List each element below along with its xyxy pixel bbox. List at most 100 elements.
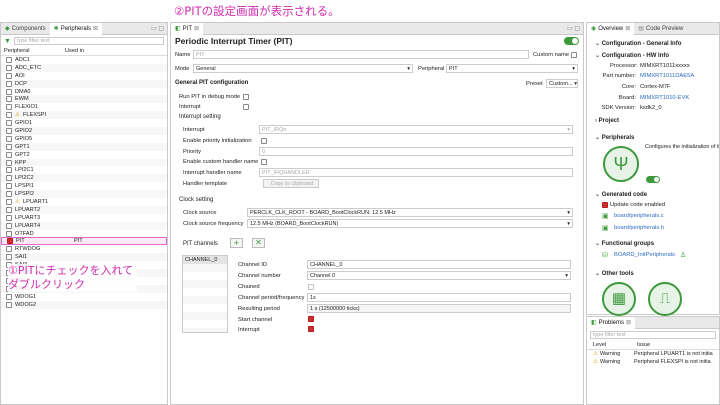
peripheral-checkbox[interactable] <box>6 175 12 182</box>
channel-id-field[interactable]: CHANNEL_0 <box>307 260 571 269</box>
peripheral-row[interactable]: ⚠ FLEXSPI <box>1 111 167 120</box>
file-c-link[interactable]: board/peripherals.c <box>614 213 664 219</box>
close-icon[interactable]: ⊠ <box>626 319 631 326</box>
peripheral-checkbox[interactable] <box>6 72 12 79</box>
tab-pit[interactable]: ◧ PIT ⊠ <box>171 22 204 35</box>
enable-priority-checkbox[interactable] <box>261 138 267 144</box>
peripheral-checkbox[interactable] <box>6 246 12 253</box>
tab-peripherals[interactable]: ✱ Peripherals ⊠ <box>49 22 103 35</box>
peripheral-row[interactable]: DMA0 <box>1 88 167 96</box>
remove-channel-button[interactable]: ✕ <box>252 238 265 248</box>
peripheral-row[interactable]: LPI2C2 <box>1 174 167 183</box>
peripheral-checkbox[interactable] <box>6 96 12 103</box>
tab-problems[interactable]: ◧ Problems ⊠ <box>587 316 636 329</box>
custom-name-checkbox[interactable] <box>571 52 577 58</box>
name-field[interactable]: PIT <box>193 50 529 59</box>
col-level[interactable]: Level <box>593 342 637 348</box>
close-icon[interactable]: ⊠ <box>194 25 199 32</box>
peripheral-row[interactable]: PIT PIT <box>1 237 167 246</box>
peripheral-row[interactable]: RTWDOG <box>1 245 167 253</box>
channel-interrupt-checkbox[interactable] <box>308 326 314 332</box>
part-value-link[interactable]: MIMXRT1011DAE5A <box>640 73 694 79</box>
peripheral-row[interactable]: ADC1 <box>1 56 167 64</box>
editor-window-controls[interactable]: ▭ ▢ <box>567 25 583 32</box>
peripheral-checkbox[interactable] <box>6 191 12 198</box>
priority-field[interactable]: 0 <box>259 147 573 156</box>
file-h-link[interactable]: board/peripherals.h <box>614 225 664 231</box>
chained-checkbox[interactable] <box>308 284 314 290</box>
peripheral-checkbox[interactable] <box>6 214 12 221</box>
period-field[interactable]: 1s <box>307 293 571 302</box>
peripheral-checkbox[interactable] <box>6 254 12 261</box>
add-channel-button[interactable]: + <box>230 238 243 248</box>
interrupt-checkbox[interactable] <box>243 104 249 110</box>
peripheral-checkbox[interactable] <box>6 104 12 111</box>
peripheral-row[interactable]: LPI2C1 <box>1 166 167 174</box>
enable-toggle[interactable] <box>564 37 579 45</box>
peripheral-checkbox[interactable] <box>6 301 12 308</box>
tab-code-preview[interactable]: ▤ Code Preview <box>634 23 687 35</box>
copy-clipboard-button[interactable]: Copy to clipboard <box>263 179 319 188</box>
enable-custom-handler-checkbox[interactable] <box>261 159 267 165</box>
project-heading[interactable]: › Project <box>595 118 619 124</box>
peripheral-checkbox[interactable] <box>6 230 12 237</box>
col-used-in[interactable]: Used in <box>65 48 84 54</box>
peripheral-row[interactable]: GPT1 <box>1 142 167 151</box>
peripheral-row[interactable]: FLEXIO1 <box>1 103 167 111</box>
problem-row[interactable]: ⚠ Warning Peripheral FLEXSPI is not initia <box>587 358 719 366</box>
peripheral-row[interactable]: ⚠ LPUART1 <box>1 198 167 206</box>
col-issue[interactable]: Issue <box>637 342 650 348</box>
peripherals-tool-icon[interactable]: Ψ <box>603 146 639 182</box>
close-icon[interactable]: ⊠ <box>625 25 630 32</box>
peripheral-row[interactable]: GPIO5 <box>1 135 167 143</box>
peripheral-row[interactable]: WDOG2 <box>1 300 167 309</box>
peripheral-select[interactable]: PIT ▾ <box>446 64 578 73</box>
tab-components[interactable]: ◆ Components <box>1 23 50 35</box>
handler-name-field[interactable]: PIT_IRQHANDLER <box>259 168 573 177</box>
peripheral-checkbox[interactable] <box>6 120 12 127</box>
peripheral-row[interactable]: GPT2 <box>1 151 167 159</box>
minimize-icon[interactable]: ▭ ▢ <box>151 25 167 32</box>
peripheral-row[interactable]: WDOG1 <box>1 293 167 301</box>
peripheral-row[interactable]: EWM <box>1 95 167 104</box>
peripheral-row[interactable]: GPIO2 <box>1 127 167 135</box>
pins-tool-icon[interactable]: ▦ <box>602 282 636 316</box>
start-channel-checkbox[interactable] <box>308 316 314 322</box>
function-group-link[interactable]: BOARD_InitPeripherals <box>614 252 675 258</box>
clock-freq-select[interactable]: 12.5 MHz (BOARD_BootClockRUN) ▾ <box>247 219 573 228</box>
peripheral-checkbox[interactable] <box>6 183 12 190</box>
peripheral-checkbox[interactable] <box>6 151 12 158</box>
channel-number-select[interactable]: Channel 0 ▾ <box>307 271 571 280</box>
preset-button[interactable]: Custom... ▾ <box>546 79 578 88</box>
other-tools-heading[interactable]: ⌄ Other tools <box>595 270 634 277</box>
filter-icon[interactable]: ▼ <box>4 38 11 45</box>
peripheral-checkbox[interactable] <box>6 88 12 95</box>
peripheral-checkbox[interactable] <box>6 143 12 150</box>
tab-overview[interactable]: ◉ Overview ⊠ <box>587 22 635 35</box>
problem-row[interactable]: ⚠ Warning Peripheral LPUART1 is not initia <box>587 350 719 358</box>
functional-groups-heading[interactable]: ⌄ Functional groups <box>595 240 654 247</box>
generated-code-heading[interactable]: ⌄ Generated code <box>595 191 647 198</box>
peripheral-checkbox[interactable] <box>6 206 12 213</box>
peripheral-row[interactable]: OTFAD <box>1 230 167 238</box>
peripheral-row[interactable]: KPP <box>1 158 167 167</box>
peripheral-checkbox[interactable] <box>6 56 12 63</box>
board-value-link[interactable]: MIMXRT1010-EVK <box>640 95 689 101</box>
peripheral-row[interactable]: LPSPI1 <box>1 182 167 190</box>
peripheral-checkbox[interactable] <box>6 135 12 142</box>
peripheral-row[interactable]: DCP <box>1 79 167 88</box>
peripheral-checkbox[interactable] <box>6 222 12 229</box>
peripheral-checkbox[interactable] <box>6 112 12 119</box>
peripheral-checkbox[interactable] <box>6 127 12 134</box>
peripheral-row[interactable]: GPIO1 <box>1 119 167 127</box>
config-hw-heading[interactable]: ⌄ Configuration - HW Info <box>595 52 669 59</box>
problems-filter-input[interactable]: type filter text <box>590 331 716 339</box>
clocks-tool-icon[interactable]: ⎍ <box>648 282 682 316</box>
peripheral-checkbox[interactable] <box>6 80 12 87</box>
peripheral-row[interactable]: LPUART3 <box>1 214 167 222</box>
peripheral-checkbox[interactable] <box>6 64 12 71</box>
clock-source-select[interactable]: PERCLK_CLK_ROOT - BOARD_BootClockRUN: 12… <box>247 208 573 217</box>
int-interrupt-select[interactable]: PIT_IRQn ▾ <box>259 125 573 134</box>
peripheral-row[interactable]: SAI1 <box>1 253 167 262</box>
channel-list-item[interactable]: CHANNEL_0 <box>183 256 227 264</box>
